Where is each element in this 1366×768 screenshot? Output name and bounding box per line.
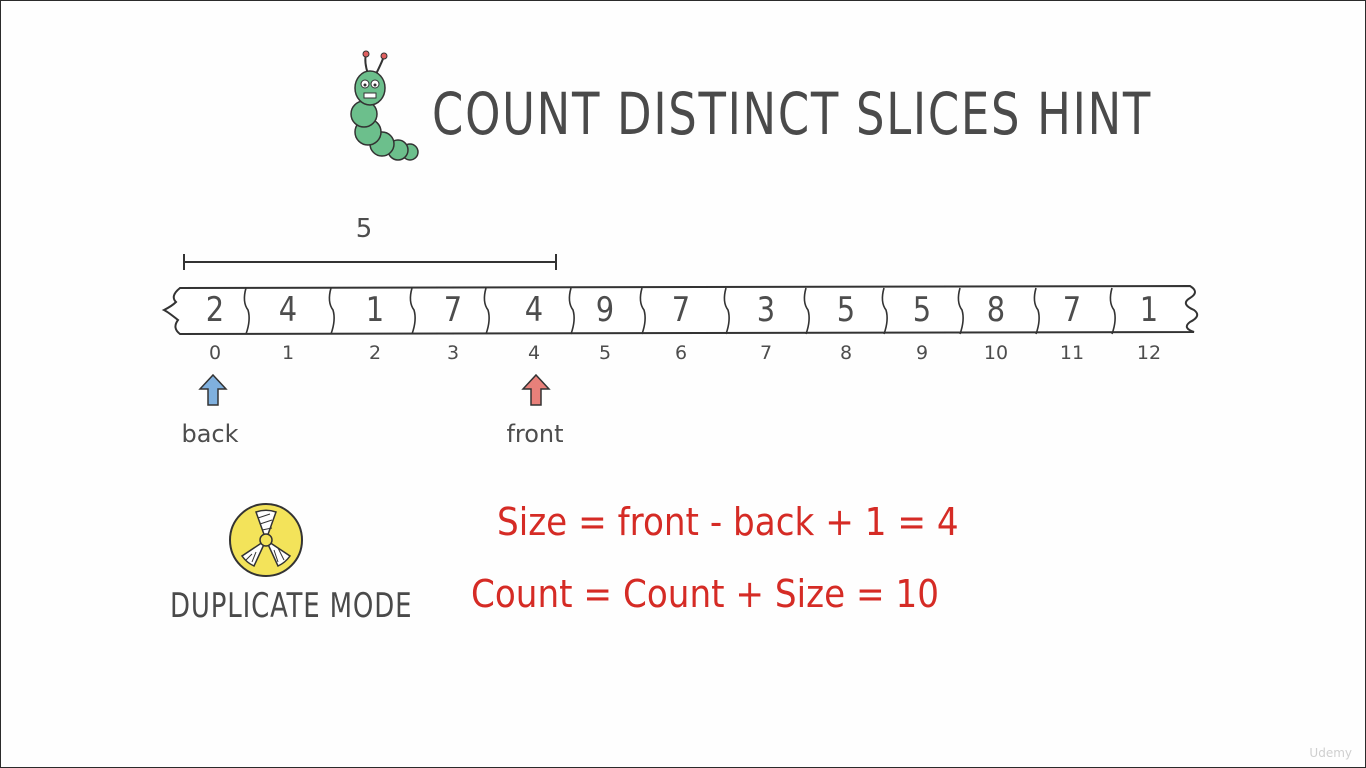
array-cell-value: 5 (912, 290, 932, 330)
array-cell-value: 7 (671, 290, 691, 330)
count-equation: Count = Count + Size = 10 (471, 572, 940, 616)
array-cell-index: 2 (368, 342, 382, 364)
array-cell-index: 1 (281, 342, 295, 364)
array-cell-value: 2 (205, 290, 225, 330)
array-cell-value: 5 (836, 290, 856, 330)
array-cell-index: 9 (915, 342, 929, 364)
array-cell-index: 10 (983, 342, 1009, 364)
array-cell-value: 8 (986, 290, 1006, 330)
caterpillar-icon (350, 50, 419, 161)
array-cell-index: 11 (1059, 342, 1085, 364)
array-cell-index: 0 (208, 342, 222, 364)
array-cell-index: 7 (759, 342, 773, 364)
front-pointer-label: front (506, 420, 564, 448)
page-title: COUNT DISTINCT SLICES HINT (432, 80, 1153, 148)
array-cell-index: 3 (446, 342, 460, 364)
array-cell-value: 3 (756, 290, 776, 330)
array-cell-value: 4 (524, 290, 544, 330)
array-cell-index: 12 (1136, 342, 1162, 364)
array-cell-index: 6 (674, 342, 688, 364)
array-cell-index: 4 (527, 342, 541, 364)
array-cell-index: 8 (839, 342, 853, 364)
duplicate-mode-label: DUPLICATE MODE (170, 586, 413, 626)
array-cell-value: 7 (1062, 290, 1082, 330)
size-equation: Size = front - back + 1 = 4 (497, 500, 959, 544)
slice-length-label: 5 (355, 214, 373, 244)
front-pointer-arrow (521, 373, 551, 406)
back-pointer-label: back (181, 420, 239, 448)
array-tape (161, 254, 1199, 336)
array-cell-index: 5 (598, 342, 612, 364)
udemy-watermark: Udemy (1309, 746, 1352, 760)
array-cell-value: 4 (278, 290, 298, 330)
array-diagram: 5 2417497355871 0 1 2 3 4 5 6 7 8 9 10 11 12 back fr… (150, 210, 1216, 460)
radiation-hazard-icon (229, 503, 303, 577)
array-cell-value: 9 (595, 290, 615, 330)
array-cell-value: 1 (365, 290, 385, 330)
array-cell-value: 7 (443, 290, 463, 330)
array-cell-value: 1 (1139, 290, 1159, 330)
back-pointer-arrow (198, 373, 228, 406)
